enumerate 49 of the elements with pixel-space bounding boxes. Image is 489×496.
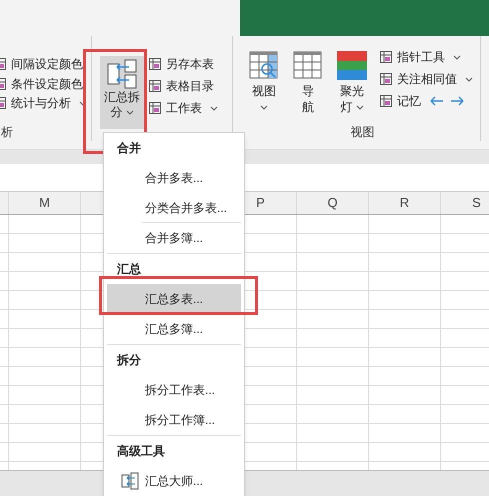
ribbon-big-button[interactable]: 导 航 bbox=[289, 50, 327, 115]
menu-section-header: 合并 bbox=[117, 140, 141, 157]
menu-item[interactable]: 汇总大师... bbox=[107, 466, 241, 496]
sheet-icon bbox=[379, 72, 393, 86]
column-header[interactable]: R bbox=[368, 192, 440, 214]
merge-arrows-icon bbox=[121, 472, 139, 490]
ribbon-command[interactable]: 指针工具 bbox=[379, 46, 461, 68]
color-bands-icon bbox=[337, 50, 367, 80]
dropdown-caret-icon bbox=[453, 54, 461, 60]
ribbon-big-button[interactable]: 视图 bbox=[245, 50, 283, 115]
sheet-icon bbox=[379, 50, 393, 64]
menu-item[interactable]: 合并多表... bbox=[107, 163, 241, 193]
menu-section-header: 高级工具 bbox=[117, 443, 165, 460]
sheet-icon bbox=[148, 79, 162, 93]
dropdown-caret-icon bbox=[260, 104, 268, 110]
dropdown-caret-icon bbox=[79, 100, 87, 106]
table-grid-icon bbox=[293, 50, 323, 80]
menu-item[interactable]: 拆分工作表... bbox=[107, 375, 241, 405]
menu-section-header: 拆分 bbox=[117, 352, 141, 369]
ribbon-command[interactable]: 另存本表 bbox=[148, 53, 214, 75]
sheet-icon bbox=[148, 101, 162, 115]
column-header[interactable]: M bbox=[8, 192, 80, 214]
group-label: 视图 bbox=[350, 124, 374, 141]
table-magnifier-icon bbox=[249, 50, 279, 80]
menu-item[interactable]: 拆分工作簿... bbox=[107, 405, 241, 435]
dropdown-caret-icon bbox=[356, 104, 364, 110]
group-label: 析 bbox=[1, 124, 14, 142]
merge-arrows-icon bbox=[106, 58, 138, 90]
back-forward-arrows-icon[interactable] bbox=[429, 95, 465, 107]
ribbon-command[interactable]: 记忆 bbox=[379, 90, 465, 112]
ribbon-command[interactable]: 工作表 bbox=[148, 97, 218, 119]
sheet-icon bbox=[148, 57, 162, 71]
ribbon-command[interactable]: 统计与分析 bbox=[0, 93, 87, 114]
menu-item[interactable]: 汇总多表... bbox=[107, 284, 241, 314]
ribbon-command[interactable]: 条件设定颜色 bbox=[0, 74, 83, 94]
dropdown-caret-icon bbox=[126, 110, 134, 115]
sheet-icon bbox=[379, 94, 393, 108]
dropdown-caret-icon bbox=[465, 76, 473, 82]
menu-item[interactable]: 合并多簿... bbox=[107, 223, 241, 253]
ribbon-command[interactable]: 表格目录 bbox=[148, 75, 214, 97]
menu-item[interactable]: 汇总多簿... bbox=[107, 314, 241, 344]
column-header[interactable]: S bbox=[440, 192, 489, 214]
ribbon-command[interactable]: 关注相同值 bbox=[379, 68, 473, 90]
dropdown-caret-icon bbox=[210, 106, 218, 110]
menu-section-header: 汇总 bbox=[117, 261, 141, 278]
summarize-split-button[interactable]: 汇总拆 分 bbox=[100, 56, 144, 129]
ribbon-big-button[interactable]: 聚光 灯 bbox=[333, 50, 371, 115]
ribbon-command[interactable]: 间隔设定颜色 bbox=[0, 54, 83, 74]
column-header[interactable]: Q bbox=[296, 192, 368, 214]
